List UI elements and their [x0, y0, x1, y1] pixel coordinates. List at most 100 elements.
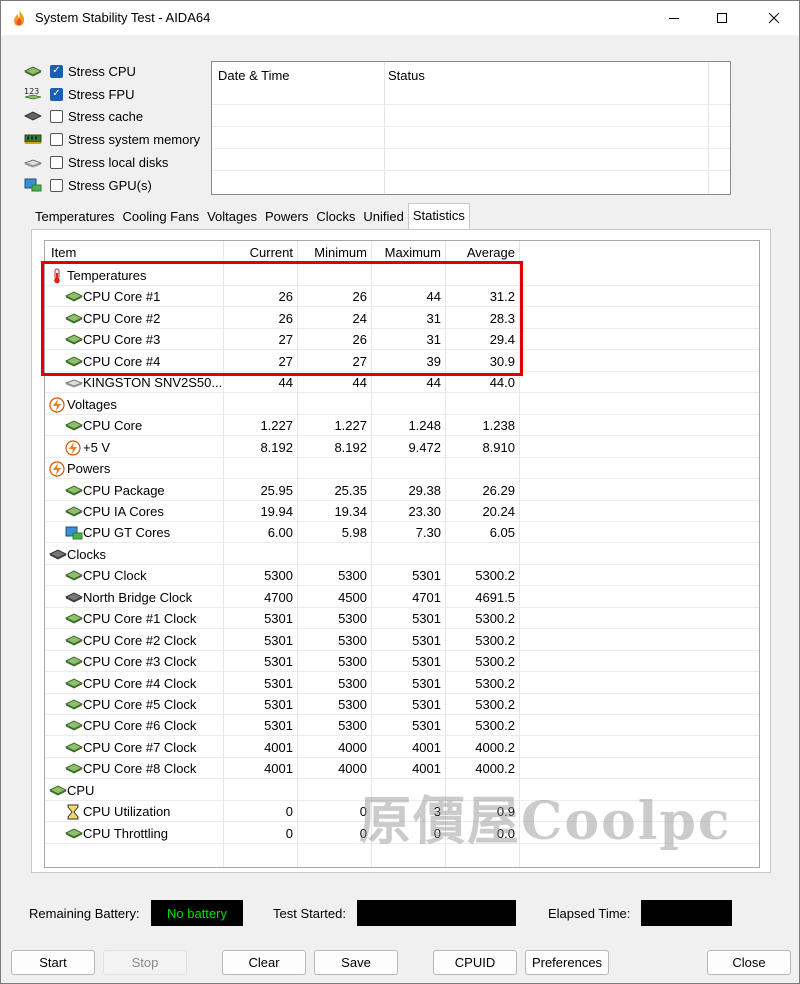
header-average[interactable]: Average — [467, 245, 515, 260]
row-name: +5 V — [83, 439, 111, 455]
row-average: 5300.2 — [475, 675, 515, 691]
row-average: 5300.2 — [475, 718, 515, 734]
minimize-button[interactable] — [651, 1, 697, 35]
tab-powers[interactable]: Powers — [261, 205, 312, 229]
close-window-button[interactable] — [751, 1, 797, 35]
table-row[interactable]: CPU Clock 5300 5300 5301 5300.2 — [45, 565, 759, 587]
row-name: Clocks — [67, 546, 107, 562]
row-name: CPU Core #8 Clock — [83, 761, 197, 777]
elapsed-time-value — [641, 900, 732, 926]
row-name: North Bridge Clock — [83, 589, 193, 605]
stress-option-2[interactable]: 123 ✓ Stress FPU — [23, 83, 134, 105]
aida64-window: System Stability Test - AIDA64 ✓ Stress C… — [0, 0, 800, 984]
tab-cooling-fans[interactable]: Cooling Fans — [118, 205, 203, 229]
stress-checkbox[interactable] — [50, 155, 63, 169]
row-current: 8.192 — [260, 439, 293, 455]
table-row[interactable]: CPU Core #4 Clock 5301 5300 5301 5300.2 — [45, 673, 759, 694]
tab-unified[interactable]: Unified — [359, 205, 407, 229]
cpu-chip-icon — [64, 740, 84, 754]
coolpc-watermark: 原價屋Coolpc — [359, 791, 732, 852]
table-row[interactable]: CPU Core #6 Clock 5301 5300 5301 5300.2 — [45, 715, 759, 737]
table-row[interactable]: CPU Core #1 Clock 5301 5300 5301 5300.2 — [45, 608, 759, 630]
cpuid-button[interactable]: CPUID — [433, 950, 517, 975]
maximize-button[interactable] — [699, 1, 745, 35]
table-group-row[interactable]: Clocks — [45, 544, 759, 565]
row-current: 5301 — [264, 611, 293, 627]
close-button[interactable]: Close — [707, 950, 791, 975]
table-group-row[interactable]: Voltages — [45, 394, 759, 415]
stress-checkbox[interactable]: ✓ — [50, 64, 63, 78]
window-title: System Stability Test - AIDA64 — [35, 10, 211, 25]
table-row[interactable]: CPU Core #5 Clock 5301 5300 5301 5300.2 — [45, 694, 759, 715]
row-minimum: 4500 — [338, 589, 367, 605]
preferences-button[interactable]: Preferences — [525, 950, 609, 975]
stress-checkbox[interactable] — [50, 109, 63, 123]
table-row[interactable]: North Bridge Clock 4700 4500 4701 4691.5 — [45, 587, 759, 608]
table-group-row[interactable]: Powers — [45, 458, 759, 480]
stop-button[interactable]: Stop — [103, 950, 187, 975]
table-row[interactable]: CPU GT Cores 6.00 5.98 7.30 6.05 — [45, 522, 759, 544]
table-row[interactable]: +5 V 8.192 8.192 9.472 8.910 — [45, 437, 759, 458]
table-row[interactable]: CPU Core #8 Clock 4001 4000 4001 4000.2 — [45, 758, 759, 780]
stress-checkbox[interactable]: ✓ — [50, 87, 63, 101]
table-row[interactable]: CPU Core 1.227 1.227 1.248 1.238 — [45, 415, 759, 437]
row-current: 0 — [285, 825, 293, 841]
row-current: 5301 — [264, 632, 293, 648]
gpu-card-icon — [23, 177, 43, 193]
voltage-bolt-icon — [49, 397, 65, 413]
stress-option-5[interactable]: Stress local disks — [23, 151, 168, 173]
stress-option-6[interactable]: Stress GPU(s) — [23, 174, 152, 196]
row-average: 4000.2 — [475, 761, 515, 777]
title-bar[interactable]: System Stability Test - AIDA64 — [1, 1, 799, 35]
row-average: 5300.2 — [475, 568, 515, 584]
row-current: 4001 — [264, 761, 293, 777]
stress-option-4[interactable]: Stress system memory — [23, 128, 200, 150]
hourglass-icon — [65, 804, 81, 820]
start-button[interactable]: Start — [11, 950, 95, 975]
log-column-status — [384, 62, 709, 194]
tab-statistics[interactable]: Statistics — [407, 203, 470, 232]
cpu-chip-icon — [64, 826, 84, 840]
log-header-date[interactable]: Date & Time — [218, 68, 290, 83]
row-maximum: 1.248 — [408, 418, 441, 434]
header-current[interactable]: Current — [250, 245, 293, 260]
table-row[interactable]: CPU Core #2 Clock 5301 5300 5301 5300.2 — [45, 630, 759, 651]
tab-temperatures[interactable]: Temperatures — [31, 205, 118, 229]
table-row[interactable]: CPU Core #3 Clock 5301 5300 5301 5300.2 — [45, 651, 759, 673]
cpu-chip-icon — [64, 418, 84, 432]
fpu-123-icon: 123 — [23, 86, 43, 102]
header-item[interactable]: Item — [51, 245, 76, 260]
cpu-chip-icon — [64, 697, 84, 711]
table-row[interactable]: CPU Core #7 Clock 4001 4000 4001 4000.2 — [45, 737, 759, 758]
stress-checkbox[interactable] — [50, 132, 63, 146]
row-name: CPU IA Cores — [83, 503, 164, 519]
row-minimum: 8.192 — [334, 439, 367, 455]
row-average: 20.24 — [482, 503, 515, 519]
row-name: CPU Core #2 Clock — [83, 632, 197, 648]
tab-clocks[interactable]: Clocks — [312, 205, 359, 229]
row-name: CPU Core — [83, 418, 143, 434]
row-average: 1.238 — [482, 418, 515, 434]
row-average: 44.0 — [489, 375, 515, 391]
disk-drive-icon — [64, 375, 84, 389]
stress-option-3[interactable]: Stress cache — [23, 105, 143, 127]
header-minimum[interactable]: Minimum — [314, 245, 367, 260]
log-header-status[interactable]: Status — [388, 68, 425, 83]
save-button[interactable]: Save — [314, 950, 398, 975]
test-started-label: Test Started: — [273, 906, 346, 921]
row-name: CPU Core #4 Clock — [83, 675, 197, 691]
header-maximum[interactable]: Maximum — [385, 245, 441, 260]
row-name: CPU Core #5 Clock — [83, 697, 197, 712]
table-row[interactable]: CPU Package 25.95 25.35 29.38 26.29 — [45, 480, 759, 501]
cpu-chip-icon — [64, 633, 84, 647]
stress-label: Stress cache — [68, 108, 144, 124]
table-row[interactable]: CPU IA Cores 19.94 19.34 23.30 20.24 — [45, 501, 759, 522]
stress-checkbox[interactable] — [50, 178, 63, 192]
log-list[interactable]: Date & Time Status — [211, 61, 731, 195]
tab-voltages[interactable]: Voltages — [203, 205, 261, 229]
stress-option-1[interactable]: ✓ Stress CPU — [23, 60, 136, 82]
row-minimum: 5300 — [338, 675, 367, 691]
row-minimum: 1.227 — [334, 418, 367, 434]
clear-button[interactable]: Clear — [222, 950, 306, 975]
row-maximum: 5301 — [412, 568, 441, 584]
